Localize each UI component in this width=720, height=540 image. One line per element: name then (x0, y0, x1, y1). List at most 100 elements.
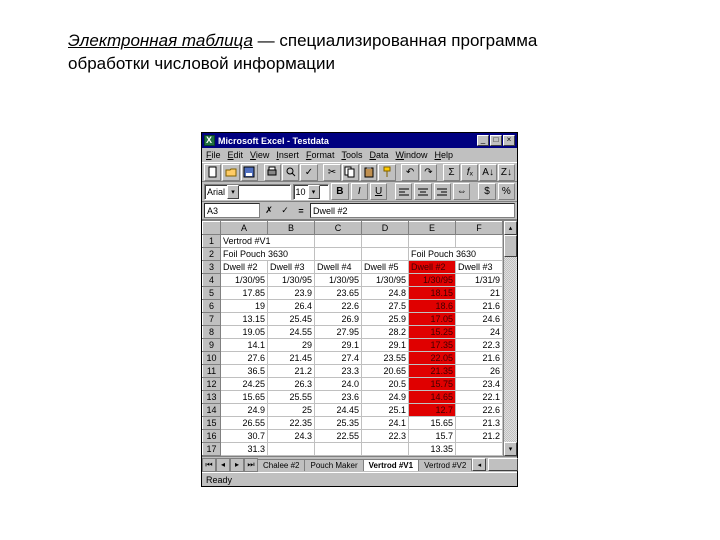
select-all-cell[interactable] (203, 222, 221, 235)
row-header[interactable]: 1 (203, 235, 221, 248)
scroll-thumb[interactable] (504, 235, 517, 257)
cell[interactable]: 22.05 (409, 352, 456, 365)
undo-button[interactable]: ↶ (401, 164, 418, 181)
tab-nav-first[interactable]: ⏮ (202, 458, 216, 472)
cell[interactable]: 29.1 (362, 339, 409, 352)
cell[interactable]: 24.6 (456, 313, 503, 326)
maximize-button[interactable]: □ (490, 135, 502, 146)
cell[interactable] (362, 248, 409, 261)
fx-button[interactable]: = (294, 203, 308, 218)
dropdown-icon[interactable] (227, 185, 239, 199)
cell[interactable]: 22.6 (456, 404, 503, 417)
merge-center-button[interactable]: ⇔ (453, 183, 470, 200)
cell[interactable]: 15.65 (221, 391, 268, 404)
close-button[interactable]: × (503, 135, 515, 146)
paste-button[interactable] (360, 164, 377, 181)
cell[interactable]: 27.5 (362, 300, 409, 313)
align-left-button[interactable] (395, 183, 412, 200)
cell[interactable] (409, 235, 456, 248)
cell[interactable]: 25.1 (362, 404, 409, 417)
cancel-formula-button[interactable]: ✗ (262, 203, 276, 218)
menu-help[interactable]: Help (435, 150, 454, 160)
column-header[interactable]: C (315, 222, 362, 235)
cell[interactable]: 13.15 (221, 313, 268, 326)
cell[interactable]: 24 (456, 326, 503, 339)
sort-asc-button[interactable]: A↓ (479, 164, 496, 181)
cell[interactable]: 24.8 (362, 287, 409, 300)
sheet-tab[interactable]: Pouch Maker (304, 459, 363, 471)
cell[interactable]: 20.65 (362, 365, 409, 378)
row-header[interactable]: 6 (203, 300, 221, 313)
cell[interactable]: 27.6 (221, 352, 268, 365)
cell[interactable]: 22.3 (362, 430, 409, 443)
hscroll-left-button[interactable]: ◂ (472, 458, 486, 471)
font-size-combo[interactable]: 10 (293, 184, 330, 200)
name-box[interactable]: A3 (204, 203, 260, 218)
cell[interactable]: Vertrod #V1 (221, 235, 315, 248)
cell[interactable]: 24.0 (315, 378, 362, 391)
row-header[interactable]: 7 (203, 313, 221, 326)
menu-window[interactable]: Window (395, 150, 427, 160)
redo-button[interactable]: ↷ (420, 164, 437, 181)
cell[interactable] (362, 443, 409, 456)
align-right-button[interactable] (434, 183, 451, 200)
currency-button[interactable]: $ (478, 183, 495, 200)
sort-desc-button[interactable]: Z↓ (498, 164, 515, 181)
cell[interactable]: 25.35 (315, 417, 362, 430)
italic-button[interactable]: I (351, 183, 368, 200)
row-header[interactable]: 3 (203, 261, 221, 274)
cell[interactable]: 22.3 (456, 339, 503, 352)
cell[interactable]: 23.55 (362, 352, 409, 365)
cell[interactable]: 29 (268, 339, 315, 352)
cell[interactable]: 24.25 (221, 378, 268, 391)
cell[interactable]: 23.6 (315, 391, 362, 404)
dropdown-icon[interactable] (308, 185, 320, 199)
tab-nav-prev[interactable]: ◂ (216, 458, 230, 472)
cell[interactable]: 26 (456, 365, 503, 378)
cell[interactable]: 21.6 (456, 352, 503, 365)
cell[interactable]: 17.85 (221, 287, 268, 300)
font-name-combo[interactable]: Arial (204, 184, 291, 200)
cell[interactable]: 26.4 (268, 300, 315, 313)
cell[interactable]: 20.5 (362, 378, 409, 391)
menu-data[interactable]: Data (369, 150, 388, 160)
cell[interactable]: 23.4 (456, 378, 503, 391)
row-header[interactable]: 5 (203, 287, 221, 300)
menu-file[interactable]: File (206, 150, 221, 160)
column-header[interactable]: E (409, 222, 456, 235)
cell[interactable]: 1/30/95 (362, 274, 409, 287)
cell[interactable] (362, 235, 409, 248)
cell[interactable]: 26.9 (315, 313, 362, 326)
column-header[interactable]: A (221, 222, 268, 235)
cell[interactable]: 25.9 (362, 313, 409, 326)
cell[interactable]: 25.55 (268, 391, 315, 404)
percent-button[interactable]: % (498, 183, 515, 200)
column-header[interactable]: D (362, 222, 409, 235)
underline-button[interactable]: U (370, 183, 387, 200)
cell[interactable]: 23.9 (268, 287, 315, 300)
formula-input[interactable]: Dwell #2 (310, 203, 515, 218)
function-button[interactable]: fₓ (461, 164, 478, 181)
cell[interactable]: 22.1 (456, 391, 503, 404)
spellcheck-button[interactable]: ✓ (300, 164, 317, 181)
cell[interactable]: 22.35 (268, 417, 315, 430)
save-button[interactable] (241, 164, 258, 181)
row-header[interactable]: 10 (203, 352, 221, 365)
print-button[interactable] (264, 164, 281, 181)
preview-button[interactable] (282, 164, 299, 181)
cell[interactable]: 24.45 (315, 404, 362, 417)
cell[interactable] (315, 443, 362, 456)
cell[interactable]: 21 (456, 287, 503, 300)
row-header[interactable]: 9 (203, 339, 221, 352)
row-header[interactable]: 17 (203, 443, 221, 456)
cell[interactable]: 1/30/95 (315, 274, 362, 287)
menu-tools[interactable]: Tools (341, 150, 362, 160)
sheet-tab[interactable]: Vertrod #V2 (418, 459, 472, 471)
sheet-tab-active[interactable]: Vertrod #V1 (363, 459, 419, 471)
open-button[interactable] (222, 164, 239, 181)
vertical-scrollbar[interactable]: ▴ ▾ (503, 221, 517, 456)
cell[interactable]: Dwell #4 (315, 261, 362, 274)
new-button[interactable] (204, 164, 221, 181)
menu-edit[interactable]: Edit (228, 150, 244, 160)
hscroll-thumb[interactable] (488, 458, 518, 471)
